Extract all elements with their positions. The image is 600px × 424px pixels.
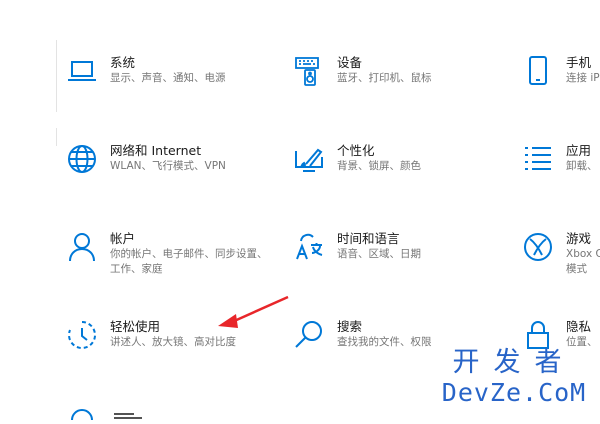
tile-accounts[interactable]: 帐户 你的帐户、电子邮件、同步设置、 工作、家庭 [66, 231, 268, 277]
watermark: 开发者 DevZe.CoM [434, 347, 594, 407]
tile-frame-edge [56, 128, 57, 146]
tile-phone[interactable]: 手机 连接 iP [522, 55, 600, 87]
apps-list-icon [522, 143, 554, 175]
tile-title: 隐私 [566, 319, 592, 334]
tile-devices[interactable]: 设备 蓝牙、打印机、鼠标 [293, 55, 432, 87]
next-row-partial [66, 405, 206, 424]
tile-desc: 显示、声音、通知、电源 [110, 72, 226, 84]
tile-title: 游戏 [566, 231, 592, 246]
tile-desc: 工作、家庭 [110, 263, 163, 275]
tile-desc: 连接 iP [566, 72, 600, 84]
search-icon [293, 319, 325, 351]
tile-desc: 模式 [566, 263, 587, 275]
tile-desc: 蓝牙、打印机、鼠标 [337, 72, 432, 84]
tile-title: 系统 [110, 55, 136, 70]
ease-of-access-icon [66, 319, 98, 351]
tile-title: 个性化 [337, 143, 375, 158]
tile-desc: 查找我的文件、权限 [337, 336, 432, 348]
tile-title: 手机 [566, 55, 592, 70]
tile-desc: WLAN、飞行模式、VPN [110, 160, 226, 172]
tile-desc: 背景、锁屏、颜色 [337, 160, 421, 172]
tile-desc: Xbox G [566, 248, 600, 260]
tile-desc: 你的帐户、电子邮件、同步设置、 [110, 248, 268, 260]
tile-search[interactable]: 搜索 查找我的文件、权限 [293, 319, 432, 351]
person-icon [66, 231, 98, 263]
tile-apps[interactable]: 应用 卸载、 [522, 143, 598, 175]
watermark-line2: DevZe.CoM [441, 378, 587, 407]
tile-title: 设备 [337, 55, 363, 70]
tile-ease-of-access[interactable]: 轻松使用 讲述人、放大镜、高对比度 [66, 319, 236, 351]
tile-title: 网络和 Internet [110, 143, 202, 158]
phone-icon [522, 55, 554, 87]
laptop-icon [66, 55, 98, 87]
tile-title: 帐户 [110, 231, 136, 246]
tile-system[interactable]: 系统 显示、声音、通知、电源 [66, 55, 226, 87]
tile-desc: 讲述人、放大镜、高对比度 [110, 336, 236, 348]
globe-icon [66, 143, 98, 175]
tile-desc: 语音、区域、日期 [337, 248, 421, 260]
xbox-icon [522, 231, 554, 263]
tile-desc: 卸载、 [566, 160, 598, 172]
paint-monitor-icon [293, 143, 325, 175]
tile-personalization[interactable]: 个性化 背景、锁屏、颜色 [293, 143, 421, 175]
tile-time-language[interactable]: 时间和语言 语音、区域、日期 [293, 231, 421, 263]
tile-title: 时间和语言 [337, 231, 400, 246]
tile-frame-edge [56, 40, 57, 112]
keyboard-speaker-icon [293, 55, 325, 87]
annotation-arrow [214, 292, 294, 332]
tile-gaming[interactable]: 游戏 Xbox G 模式 [522, 231, 600, 277]
watermark-line1: 开发者 [452, 347, 576, 378]
time-language-icon [293, 231, 325, 263]
tile-title: 应用 [566, 143, 592, 158]
tile-network[interactable]: 网络和 Internet WLAN、飞行模式、VPN [66, 143, 226, 175]
tile-title: 搜索 [337, 319, 363, 334]
